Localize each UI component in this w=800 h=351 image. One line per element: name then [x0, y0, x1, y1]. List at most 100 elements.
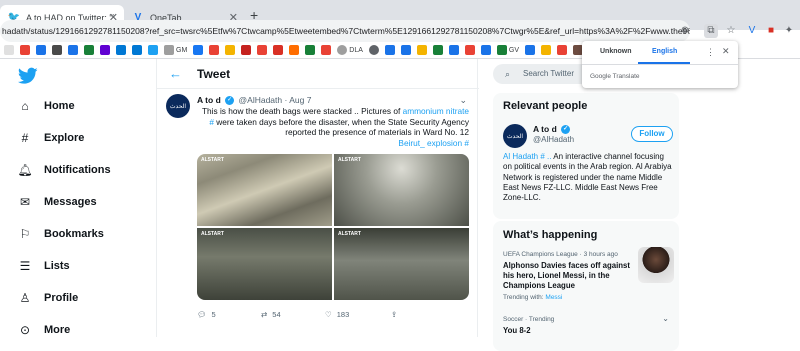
extension-shield-icon[interactable]: ■: [764, 24, 778, 38]
url-text: hadath/status/1291661292781150208?ref_sr…: [2, 26, 690, 36]
bookmark-icon[interactable]: [148, 45, 158, 55]
author-handle[interactable]: @AlHadath: [239, 95, 283, 105]
tweet-photo[interactable]: ALSTART: [334, 154, 469, 226]
whats-happening-card: What’s happening UEFA Champions League ·…: [493, 221, 679, 351]
account-name[interactable]: A to d ✓: [533, 124, 572, 135]
bookmark-icon[interactable]: [305, 45, 316, 55]
bookmark-icon[interactable]: [225, 45, 236, 55]
nav-more[interactable]: ⊙ More: [18, 323, 70, 337]
bookmark-icon[interactable]: [273, 45, 284, 55]
bookmark-icon[interactable]: [116, 45, 126, 55]
follow-button[interactable]: Follow: [631, 126, 673, 142]
bookmark-icon[interactable]: [4, 45, 14, 55]
bookmark-icon[interactable]: [384, 45, 395, 55]
address-bar[interactable]: hadath/status/1291661292781150208?ref_sr…: [0, 20, 690, 42]
tweet-photo[interactable]: ALSTART: [197, 228, 332, 300]
bookmark-icon[interactable]: [132, 45, 142, 55]
account-bio: Al Hadath # .. An interactive channel fo…: [503, 152, 672, 203]
nav-profile[interactable]: ♙ Profile: [18, 291, 79, 305]
tweet-media-grid: ALSTART ALSTART ALSTART ALSTART: [197, 154, 469, 300]
tab-unknown-language[interactable]: Unknown: [600, 48, 632, 55]
bookmark-icon[interactable]: [241, 45, 252, 55]
tab-english[interactable]: English: [652, 48, 677, 55]
tweet-header: A to d ✓ @AlHadath · Aug 7: [197, 95, 311, 106]
bio-link[interactable]: Al Hadath # ..: [503, 152, 551, 161]
nav-label: Home: [44, 100, 75, 112]
search-icon: ⌕: [505, 69, 511, 79]
bookmark-icon[interactable]: [209, 45, 220, 55]
share-button[interactable]: ⇪: [391, 310, 397, 319]
nav-home[interactable]: ⌂ Home: [18, 99, 75, 113]
share-icon: ⇪: [391, 310, 398, 319]
extensions-icon[interactable]: ✦: [782, 24, 796, 38]
bookmark-icon[interactable]: [68, 45, 78, 55]
nav-notifications[interactable]: 🔔︎ Notifications: [17, 163, 111, 177]
tweet-photo[interactable]: ALSTART: [334, 228, 469, 300]
bookmark-icon[interactable]: [541, 45, 552, 55]
bookmark-icon[interactable]: [557, 45, 568, 55]
list-icon: ☰: [19, 259, 31, 273]
nav-messages[interactable]: ✉ Messages: [18, 195, 97, 209]
like-count: 183: [336, 310, 350, 319]
tweet-photo[interactable]: ALSTART: [197, 154, 332, 226]
bookmark-gv[interactable]: GV: [496, 45, 519, 55]
bookmark-icon[interactable]: [193, 45, 204, 55]
nav-label: More: [44, 324, 71, 336]
bookmark-icon[interactable]: [20, 45, 30, 55]
more-options-icon[interactable]: ⋮: [706, 47, 715, 58]
trend-image[interactable]: [638, 247, 674, 283]
bookmark-icon[interactable]: [480, 45, 491, 55]
trend-meta: Soccer · Trending: [503, 316, 555, 323]
reply-button[interactable]: 💬︎ 5: [197, 310, 216, 319]
bookmark-icon[interactable]: [400, 45, 411, 55]
twitter-logo-icon[interactable]: [18, 67, 38, 85]
translate-icon[interactable]: ⧉: [704, 24, 718, 38]
retweet-button[interactable]: ⇄ 54: [261, 310, 281, 319]
right-sidebar: ⌕ Search Twitter Relevant people الحدث A…: [491, 59, 681, 351]
nav-label: Notifications: [44, 164, 111, 176]
twitter-page: ⌂ Home # Explore 🔔︎ Notifications ✉ Mess…: [0, 59, 800, 351]
bookmark-icon[interactable]: [432, 45, 443, 55]
reply-count: 5: [211, 310, 216, 319]
page-title: Tweet: [197, 67, 231, 81]
account-handle[interactable]: @AlHadath: [533, 135, 574, 144]
nav-bookmarks[interactable]: ⚐ Bookmarks: [18, 227, 104, 241]
bookmark-icon[interactable]: [448, 45, 459, 55]
trend-sub: Trending with: Messi: [503, 294, 563, 301]
bookmark-gm[interactable]: GM: [164, 45, 187, 55]
bookmark-icon[interactable]: [84, 45, 94, 55]
nav-lists[interactable]: ☰ Lists: [18, 259, 70, 273]
bookmark-icon[interactable]: [525, 45, 536, 55]
chevron-down-icon[interactable]: ⌄: [662, 314, 669, 323]
author-name[interactable]: A to d: [197, 95, 221, 105]
nav-label: Messages: [44, 196, 97, 208]
bookmark-dla[interactable]: DLA: [337, 45, 363, 55]
hashtag-link[interactable]: Beirut_ explosion #: [398, 138, 469, 148]
card-title: Relevant people: [503, 100, 588, 112]
chevron-down-icon[interactable]: ⌄: [459, 95, 467, 106]
bookmark-icon[interactable]: [36, 45, 46, 55]
back-arrow-icon[interactable]: ←: [169, 66, 182, 81]
bookmark-icon[interactable]: [257, 45, 268, 55]
bookmark-icon[interactable]: [321, 45, 332, 55]
nav-explore[interactable]: # Explore: [18, 131, 85, 145]
nav-label: Bookmarks: [44, 228, 104, 240]
lens-icon[interactable]: ⊕: [678, 24, 692, 38]
tweet-date[interactable]: Aug 7: [289, 95, 311, 105]
like-button[interactable]: ♡ 183: [325, 310, 349, 319]
star-icon[interactable]: ☆: [724, 24, 738, 38]
bookmark-icon[interactable]: [52, 45, 62, 55]
bookmark-icon[interactable]: [289, 45, 300, 55]
bookmark-icon[interactable]: [416, 45, 427, 55]
avatar[interactable]: الحدث: [503, 124, 527, 148]
bookmark-icon: ⚐: [19, 227, 31, 241]
close-icon[interactable]: ✕: [722, 46, 730, 57]
card-title: What’s happening: [503, 229, 598, 241]
avatar[interactable]: الحدث: [166, 94, 190, 118]
bookmark-icon[interactable]: [464, 45, 475, 55]
nav-label: Profile: [44, 292, 79, 304]
bookmark-icon[interactable]: [100, 45, 110, 55]
extension-v-icon[interactable]: V: [745, 24, 759, 38]
reply-icon: 💬︎: [197, 310, 207, 319]
bookmark-icon[interactable]: [368, 45, 379, 55]
